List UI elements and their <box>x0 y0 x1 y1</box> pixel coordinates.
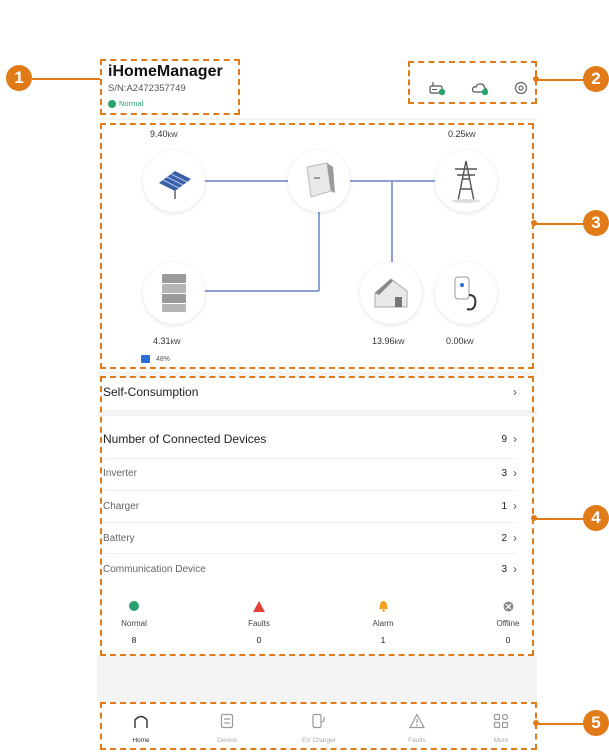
callout-dot-2 <box>533 76 539 82</box>
callout-leader-2 <box>537 79 585 81</box>
callout-dot-5 <box>533 720 539 726</box>
callout-dot-4 <box>531 515 537 521</box>
callout-leader-3 <box>534 223 584 225</box>
callout-box-1 <box>100 59 240 115</box>
callout-marker-2: 2 <box>583 66 609 92</box>
callout-leader-1 <box>32 78 100 80</box>
callout-dot-3 <box>531 220 537 226</box>
callout-marker-5: 5 <box>583 710 609 736</box>
callout-leader-4 <box>534 518 584 520</box>
callout-box-4 <box>100 376 534 656</box>
callout-box-5 <box>100 702 537 750</box>
callout-box-3 <box>100 123 534 369</box>
callout-leader-5 <box>537 723 584 725</box>
callout-marker-1: 1 <box>6 65 32 91</box>
callout-marker-3: 3 <box>583 210 609 236</box>
callout-box-2 <box>408 61 537 104</box>
callout-marker-4: 4 <box>583 505 609 531</box>
